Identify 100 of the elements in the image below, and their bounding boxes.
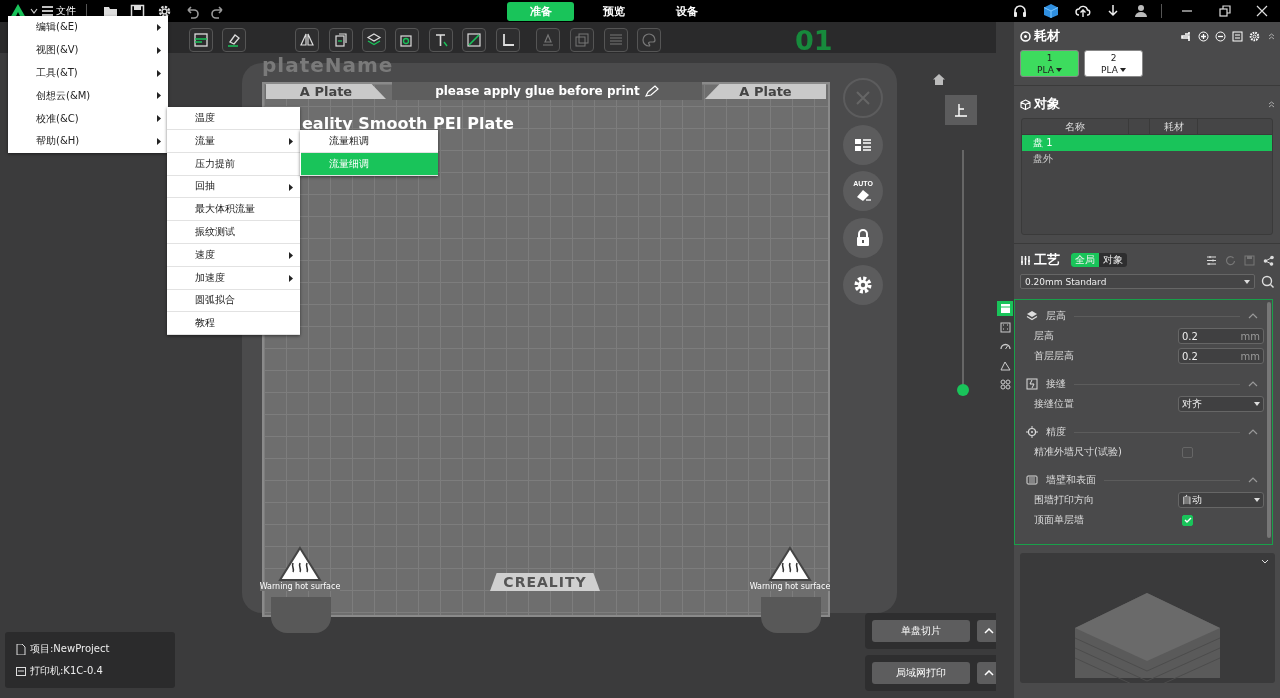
settings-icon[interactable] bbox=[157, 3, 172, 19]
menu-item[interactable]: 流量粗调 bbox=[301, 130, 438, 153]
caret-icon[interactable] bbox=[30, 7, 38, 15]
expand-button[interactable] bbox=[977, 662, 996, 684]
list-settings-icon[interactable] bbox=[1206, 254, 1217, 266]
nav-tab[interactable]: 预览 bbox=[580, 2, 647, 21]
close-icon[interactable] bbox=[1256, 5, 1268, 17]
setting-label: 接缝位置 bbox=[1034, 397, 1075, 411]
cube-icon[interactable] bbox=[1043, 3, 1059, 19]
menu-item[interactable]: 速度 bbox=[167, 243, 300, 267]
expand-button[interactable] bbox=[977, 620, 996, 642]
menu-item[interactable]: 加速度 bbox=[167, 266, 300, 290]
nav-tab[interactable]: 设备 bbox=[653, 2, 720, 21]
slider-thumb[interactable] bbox=[957, 384, 969, 396]
eraser-icon bbox=[854, 188, 872, 202]
eraser-tool[interactable] bbox=[222, 28, 246, 52]
menu-item[interactable]: 教程 bbox=[167, 312, 300, 336]
menu-item[interactable]: 回抽 bbox=[167, 175, 300, 199]
layout-tool[interactable] bbox=[189, 28, 213, 52]
copy-tool[interactable] bbox=[329, 28, 353, 52]
lines-icon bbox=[608, 32, 624, 48]
top-layer-icon bbox=[954, 103, 968, 117]
palette-tool[interactable] bbox=[637, 28, 661, 52]
column-header: 名称 bbox=[1022, 119, 1129, 134]
select-dropdown[interactable]: 对齐 bbox=[1178, 396, 1264, 412]
menu-item[interactable]: 编辑(&E) bbox=[8, 16, 168, 39]
corner-tool[interactable] bbox=[496, 28, 520, 52]
menu-item[interactable]: 校准(&C) bbox=[8, 107, 168, 130]
submenu-arrow-icon bbox=[157, 138, 161, 145]
printer-label: 打印机:K1C-0.4 bbox=[30, 664, 103, 678]
search-icon[interactable] bbox=[1261, 275, 1274, 288]
number-field[interactable]: 0.2 mm bbox=[1178, 328, 1264, 344]
add-icon[interactable] bbox=[1198, 30, 1209, 42]
menu-item[interactable]: 工具(&T) bbox=[8, 61, 168, 85]
box-tool[interactable] bbox=[395, 28, 419, 52]
menu-item[interactable]: 帮助(&H) bbox=[8, 130, 168, 153]
filament-button[interactable]: 1 PLA bbox=[1020, 50, 1079, 77]
layers-tool[interactable] bbox=[362, 28, 386, 52]
printer-icon bbox=[16, 665, 26, 677]
select-dropdown[interactable]: 自动 bbox=[1178, 492, 1264, 508]
palette-icon bbox=[641, 32, 657, 48]
chevron-up-icon bbox=[984, 628, 994, 634]
home-icon[interactable] bbox=[933, 74, 945, 85]
preset-dropdown[interactable]: 0.20mm Standard bbox=[1020, 274, 1255, 289]
chevron-up-icon[interactable] bbox=[1248, 477, 1258, 483]
sliders-icon bbox=[1020, 254, 1031, 266]
chevron-up-icon[interactable] bbox=[1248, 381, 1258, 387]
share-icon[interactable] bbox=[1263, 254, 1274, 266]
menu-item[interactable]: 圆弧拟合 bbox=[167, 289, 300, 313]
swap-icon[interactable] bbox=[1232, 30, 1243, 42]
menu-item[interactable]: 振纹测试 bbox=[167, 221, 300, 244]
menu-item[interactable]: 创想云(&M) bbox=[8, 84, 168, 108]
collapse-icon[interactable] bbox=[1262, 559, 1268, 565]
checkbox[interactable] bbox=[1182, 446, 1193, 458]
mirror-tool[interactable] bbox=[295, 28, 319, 52]
slice-button[interactable]: 单盘切片 bbox=[872, 620, 970, 642]
menu-item[interactable]: 最大体积流量 bbox=[167, 198, 300, 222]
undo-icon[interactable] bbox=[184, 3, 199, 19]
top-view-button[interactable] bbox=[945, 95, 977, 125]
download-icon[interactable] bbox=[1107, 4, 1119, 18]
faucet-icon[interactable] bbox=[1181, 30, 1192, 42]
category-tab[interactable] bbox=[997, 320, 1013, 335]
file-menu-button[interactable]: 文件 bbox=[42, 4, 84, 18]
number-field[interactable]: 0.2 mm bbox=[1178, 348, 1264, 364]
settings-icon bbox=[853, 275, 873, 295]
chevron-up-icon bbox=[984, 670, 994, 676]
pencil-icon[interactable] bbox=[644, 85, 659, 97]
submenu-arrow-icon bbox=[289, 183, 293, 191]
plate-name-label: plateName bbox=[262, 54, 394, 76]
setting-label: 精准外墙尺寸(试验) bbox=[1034, 445, 1123, 459]
column-header: 耗材 bbox=[1150, 119, 1198, 134]
section-heading: 层高 bbox=[1046, 309, 1066, 323]
plate-number: 01 bbox=[795, 25, 833, 56]
slash-tool[interactable] bbox=[462, 28, 486, 52]
remove-icon[interactable] bbox=[1215, 30, 1226, 42]
checkbox[interactable] bbox=[1182, 514, 1193, 526]
object-row[interactable]: 盘外 bbox=[1022, 151, 1272, 167]
collapse-icon[interactable] bbox=[1266, 30, 1274, 42]
redo-icon[interactable] bbox=[211, 3, 226, 19]
print-button[interactable]: 局域网打印 bbox=[872, 662, 970, 684]
scope-tab[interactable]: 对象 bbox=[1099, 253, 1127, 267]
submenu-arrow-icon bbox=[157, 115, 161, 123]
restore-icon[interactable] bbox=[1218, 5, 1232, 17]
caret-icon bbox=[1254, 498, 1260, 502]
chevron-up-icon[interactable] bbox=[1248, 313, 1258, 319]
filament-button[interactable]: 2 PLA bbox=[1084, 50, 1143, 77]
text-tool-tool[interactable] bbox=[429, 28, 453, 52]
user-icon[interactable] bbox=[1135, 4, 1147, 18]
cloud-upload-icon[interactable] bbox=[1075, 4, 1091, 18]
section-heading: 墙壁和表面 bbox=[1046, 473, 1096, 487]
menu-item[interactable]: 视图(&V) bbox=[8, 38, 168, 62]
headset-icon[interactable] bbox=[1013, 4, 1027, 18]
layout-icon bbox=[193, 32, 209, 48]
submenu-arrow-icon bbox=[157, 46, 161, 54]
settings-icon[interactable] bbox=[1249, 30, 1260, 42]
plate-notice: please apply glue before print bbox=[435, 84, 640, 98]
chevron-up-icon[interactable] bbox=[1248, 429, 1258, 435]
category-tab[interactable] bbox=[997, 377, 1013, 392]
collapse-icon[interactable] bbox=[1266, 98, 1274, 110]
menu-item[interactable]: 温度 bbox=[167, 107, 300, 130]
